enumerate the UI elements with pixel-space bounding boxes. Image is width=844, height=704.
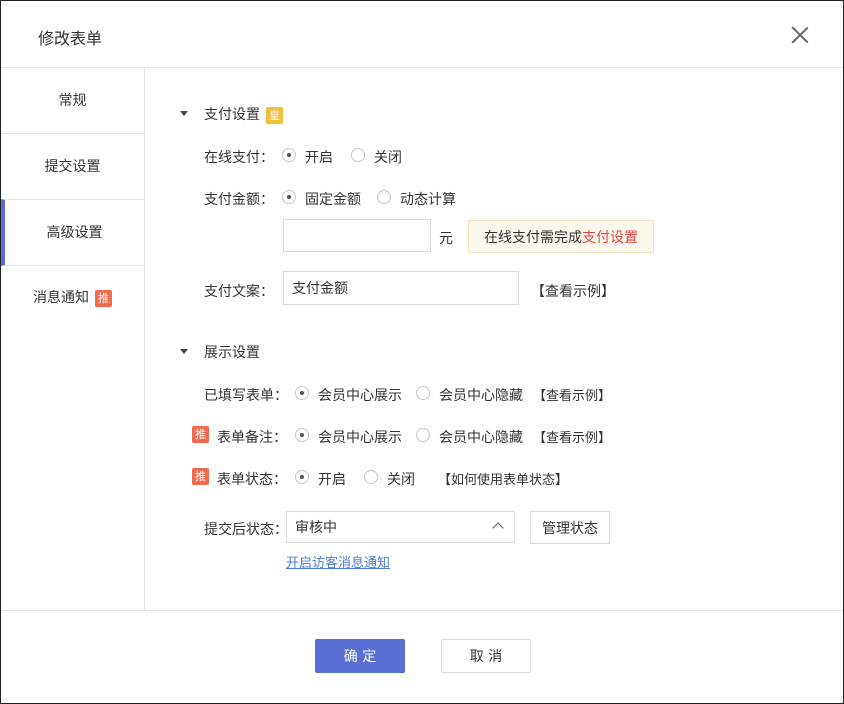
manage-status-button[interactable]: 管理状态 — [530, 511, 610, 544]
remark-example-link[interactable]: 【查看示例】 — [533, 427, 611, 446]
recommend-badge: 推 — [192, 426, 209, 443]
dynamic-amount-radio[interactable] — [377, 190, 391, 204]
filled-hide-label: 会员中心隐藏 — [439, 388, 523, 404]
sidebar-item-label: 高级设置 — [46, 225, 103, 241]
footer-divider — [1, 610, 843, 611]
recommend-badge: 推 — [95, 289, 112, 307]
online-payment-label: 在线支付： — [204, 150, 274, 166]
close-icon[interactable] — [791, 26, 809, 44]
payment-copy-example-link[interactable]: 【查看示例】 — [531, 281, 615, 301]
online-payment-off-radio[interactable] — [351, 148, 365, 162]
status-on-radio[interactable] — [295, 470, 309, 484]
after-submit-status-label: 提交后状态： — [204, 522, 288, 538]
dialog-header: 修改表单 — [1, 1, 843, 68]
after-submit-status-select[interactable]: 审核中 — [286, 511, 515, 543]
status-off-label: 关闭 — [387, 472, 415, 488]
after-submit-status-value: 审核中 — [295, 520, 337, 536]
status-help-link[interactable]: 【如何使用表单状态】 — [438, 469, 568, 488]
status-on-label: 开启 — [318, 472, 346, 488]
sidebar-item-submit-settings[interactable]: 提交设置 — [1, 134, 144, 200]
confirm-button[interactable]: 确 定 — [315, 639, 405, 673]
amount-unit: 元 — [439, 231, 453, 247]
settings-sidebar: 常规 提交设置 高级设置 消息通知推 — [1, 68, 145, 610]
online-payment-on-radio[interactable] — [282, 148, 296, 162]
payment-settings-link[interactable]: 支付设置 — [582, 227, 638, 247]
cancel-button[interactable]: 取 消 — [441, 639, 531, 673]
filled-hide-radio[interactable] — [416, 386, 430, 400]
filled-show-radio[interactable] — [295, 386, 309, 400]
remark-hide-label: 会员中心隐藏 — [439, 430, 523, 446]
online-payment-on-label: 开启 — [305, 150, 333, 166]
remark-hide-radio[interactable] — [416, 428, 430, 442]
sidebar-item-label: 消息通知 — [33, 290, 89, 306]
remark-show-label: 会员中心展示 — [318, 430, 402, 446]
payment-setup-tip: 在线支付需完成 支付设置 — [468, 220, 654, 253]
sidebar-item-general[interactable]: 常规 — [1, 68, 144, 134]
payment-section-title: 支付设置皇 — [204, 104, 283, 124]
form-remark-label: 表单备注： — [217, 430, 287, 446]
payment-copy-label: 支付文案： — [204, 284, 274, 300]
online-payment-off-label: 关闭 — [374, 150, 402, 166]
dialog-title: 修改表单 — [38, 29, 103, 48]
filled-form-label: 已填写表单： — [204, 388, 288, 404]
tip-text: 在线支付需完成 — [484, 229, 582, 246]
advanced-settings-panel: 支付设置皇 在线支付： 开启 关闭 支付金额： 固定金额 动态计算 元 在线支付… — [145, 68, 843, 610]
amount-input[interactable] — [283, 219, 431, 252]
sidebar-item-label: 提交设置 — [44, 159, 101, 175]
collapse-caret-icon[interactable] — [180, 111, 188, 116]
fixed-amount-label: 固定金额 — [305, 192, 361, 208]
sidebar-item-label: 常规 — [58, 93, 87, 109]
dynamic-amount-label: 动态计算 — [400, 192, 456, 208]
crown-badge: 皇 — [266, 106, 283, 124]
sidebar-item-notifications[interactable]: 消息通知推 — [1, 265, 144, 331]
remark-show-radio[interactable] — [295, 428, 309, 442]
payment-amount-label: 支付金额： — [204, 192, 274, 208]
form-status-label: 表单状态： — [217, 472, 287, 488]
recommend-badge: 推 — [192, 468, 209, 485]
display-section-title: 展示设置 — [204, 345, 260, 361]
status-off-radio[interactable] — [364, 470, 378, 484]
sidebar-item-advanced-settings[interactable]: 高级设置 — [1, 199, 144, 266]
payment-section-label: 支付设置 — [204, 107, 260, 123]
edit-form-dialog: 修改表单 常规 提交设置 高级设置 消息通知推 支付设置皇 在线支付： 开启 关… — [0, 0, 844, 704]
collapse-caret-icon[interactable] — [180, 349, 188, 354]
filled-example-link[interactable]: 【查看示例】 — [533, 385, 611, 404]
payment-copy-input[interactable]: 支付金额 — [283, 271, 519, 305]
fixed-amount-radio[interactable] — [282, 190, 296, 204]
chevron-up-icon — [492, 522, 504, 534]
filled-show-label: 会员中心展示 — [318, 388, 402, 404]
visitor-notification-link[interactable]: 开启访客消息通知 — [286, 552, 390, 571]
